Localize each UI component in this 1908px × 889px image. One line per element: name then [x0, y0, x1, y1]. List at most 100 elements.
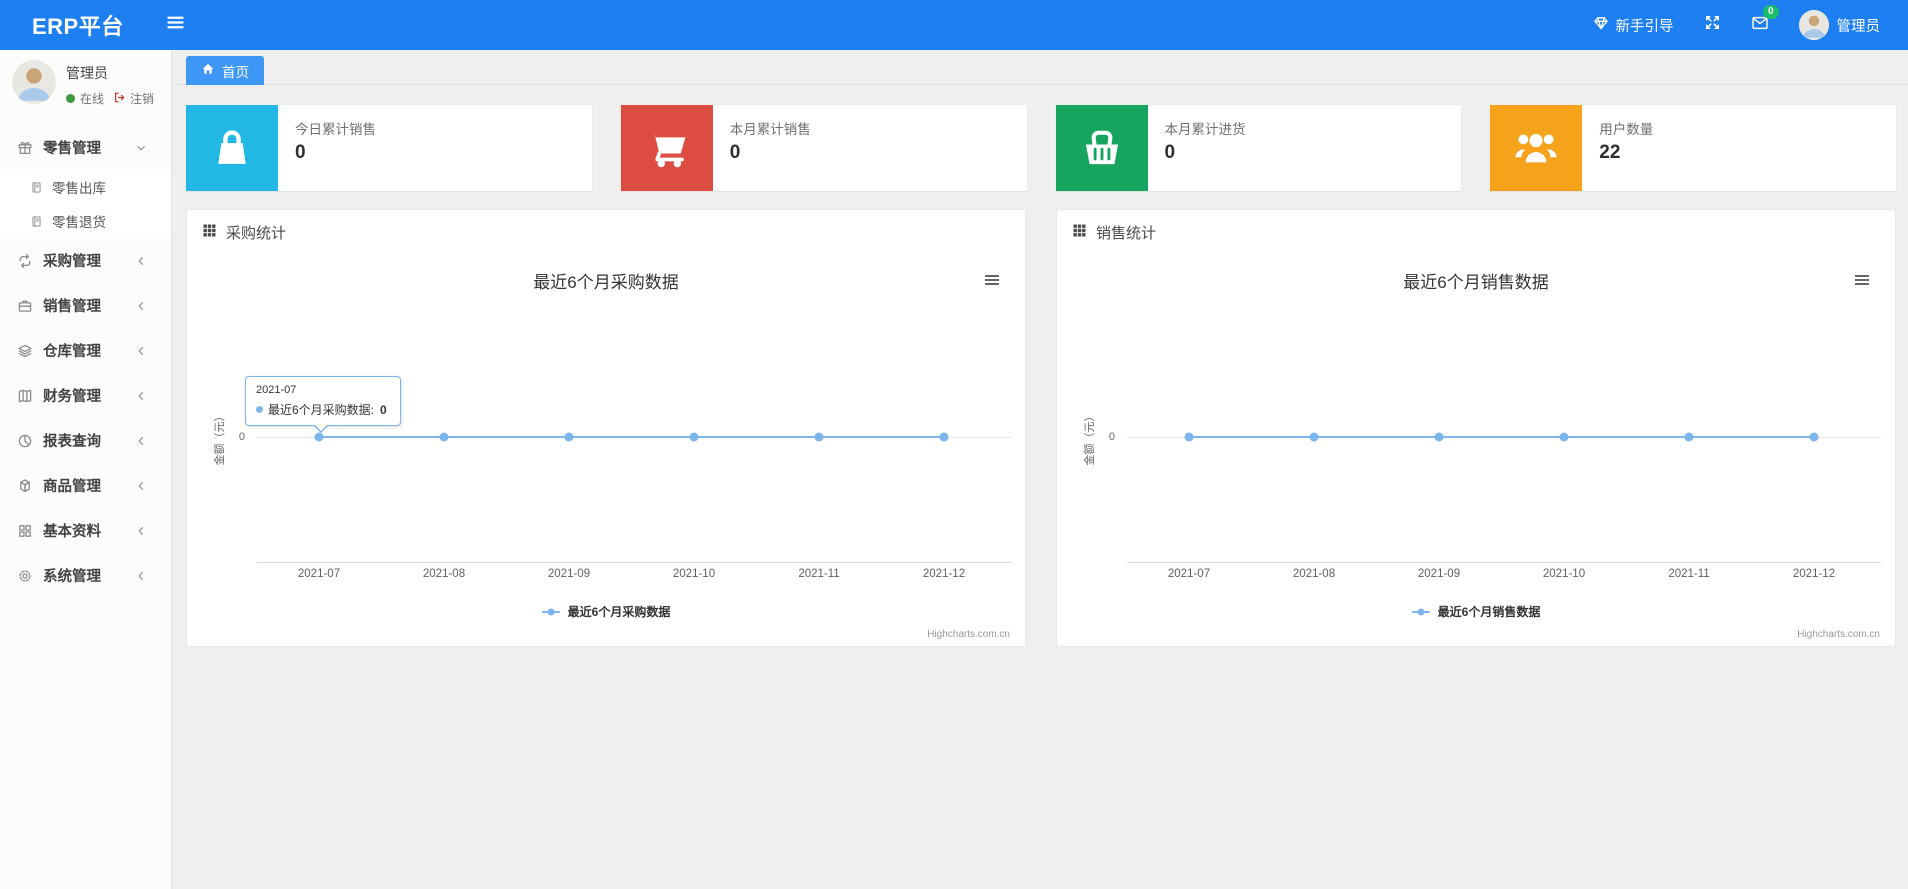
navbar-right: 新手引导 0 管理员 [1593, 4, 1881, 40]
stat-card-value: 0 [729, 142, 741, 163]
shopping-basket-icon [1079, 125, 1125, 171]
sidebar-subitem-label: 零售退货 [52, 215, 106, 230]
sidebar-item[interactable]: 报表查询 [0, 418, 171, 463]
logout-button[interactable]: 注销 [113, 90, 154, 107]
tab-home-label: 首页 [222, 64, 249, 80]
stat-card-icon-box [620, 105, 713, 191]
legend-marker [1411, 608, 1430, 615]
x-axis-tick-label: 2021-08 [422, 568, 466, 580]
data-point[interactable] [1184, 432, 1194, 442]
data-point[interactable] [1809, 432, 1819, 442]
app-brand: ERP平台 [32, 14, 124, 39]
chart-context-menu-icon[interactable] [984, 272, 1000, 293]
sidebar-item-label: 仓库管理 [43, 344, 101, 360]
chevron-left-icon [135, 480, 147, 492]
tab-home[interactable]: 首页 [186, 56, 264, 85]
x-axis-tick-label: 2021-12 [922, 568, 966, 580]
messages-button[interactable]: 0 [1751, 4, 1779, 37]
stat-card-value: 0 [1164, 142, 1176, 163]
sidebar-item[interactable]: 销售管理 [0, 283, 171, 328]
data-point[interactable] [439, 432, 449, 442]
user-name: 管理员 [1836, 18, 1881, 35]
chevron-left-icon [135, 525, 147, 537]
data-point[interactable] [1559, 432, 1569, 442]
chevron-down-icon [135, 142, 147, 154]
pie-icon [17, 433, 33, 449]
sales-stats-panel: 销售统计 最近6个月销售数据 金额（元） 0 最近6个月销售数据 Highcha… [1056, 209, 1896, 647]
box-icon [17, 478, 33, 494]
stat-card-label: 本月累计进货 [1164, 122, 1246, 137]
sidebar-item[interactable]: 零售管理 [0, 125, 171, 170]
highcharts-credit-link[interactable]: Highcharts.com.cn [1797, 629, 1880, 640]
series-line [319, 436, 944, 438]
stat-card-icon-box [1490, 105, 1583, 191]
sidebar-user-block: 管理员 在线 注销 [0, 50, 171, 115]
chart-legend[interactable]: 最近6个月销售数据 [1057, 603, 1895, 620]
sidebar-item-label: 报表查询 [43, 434, 101, 450]
stat-card-icon-box [186, 105, 278, 191]
data-point[interactable] [689, 432, 699, 442]
main-content: 首页 今日累计销售 0 本月累计销售 0 本月累计进货 0 用户数量 22 采购统计 最近6个… [172, 50, 1908, 889]
online-status-label: 在线 [80, 92, 105, 106]
layers-icon [17, 343, 33, 359]
tooltip-value: 0 [380, 402, 387, 417]
x-axis-line [257, 562, 1011, 563]
sidebar-item-label: 基本资料 [43, 524, 101, 540]
data-point[interactable] [1684, 432, 1694, 442]
sidebar-item[interactable]: 系统管理 [0, 553, 171, 598]
sidebar-item-label: 零售管理 [43, 141, 101, 157]
sidebar-item[interactable]: 商品管理 [0, 463, 171, 508]
series-line [1189, 436, 1814, 438]
purchase-chart: 最近6个月采购数据 金额（元） 0 2021-07 最近6个月采购数据: 0 最… [187, 254, 1025, 646]
sales-chart: 最近6个月销售数据 金额（元） 0 最近6个月销售数据 Highcharts.c… [1057, 254, 1895, 646]
user-menu[interactable]: 管理员 [1798, 10, 1881, 40]
messages-badge: 0 [1762, 4, 1779, 19]
data-point[interactable] [814, 432, 824, 442]
mail-icon [1751, 16, 1769, 36]
purchase-stats-panel: 采购统计 最近6个月采购数据 金额（元） 0 2021-07 最近6个月采购数据… [186, 209, 1026, 647]
panel-title: 销售统计 [1096, 224, 1157, 242]
stat-card-icon-box [1055, 105, 1148, 191]
data-point[interactable] [314, 432, 324, 442]
data-point[interactable] [1309, 432, 1319, 442]
sidebar-item[interactable]: 采购管理 [0, 238, 171, 283]
journal-icon [30, 215, 43, 228]
chevron-left-icon [135, 570, 147, 582]
stat-card-value: 22 [1599, 142, 1621, 163]
data-point[interactable] [1434, 432, 1444, 442]
gift-icon [17, 140, 33, 156]
th-grid-icon [202, 223, 217, 242]
chevron-left-icon [135, 345, 147, 357]
sidebar-item-label: 财务管理 [43, 389, 101, 405]
chart-legend[interactable]: 最近6个月采购数据 [187, 603, 1025, 620]
ledger-icon [17, 388, 33, 404]
x-axis-tick-label: 2021-10 [1542, 568, 1586, 580]
x-axis-line [1127, 562, 1881, 563]
data-point[interactable] [564, 432, 574, 442]
sidebar-subitem[interactable]: 零售出库 [0, 170, 171, 204]
x-axis-tick-label: 2021-10 [672, 568, 716, 580]
sidebar-item[interactable]: 仓库管理 [0, 328, 171, 373]
legend-label: 最近6个月销售数据 [1437, 605, 1541, 619]
stat-card: 今日累计销售 0 [186, 105, 592, 191]
sidebar-item[interactable]: 财务管理 [0, 373, 171, 418]
sidebar-item-label: 商品管理 [43, 479, 101, 495]
online-status-dot [66, 94, 75, 103]
data-point[interactable] [939, 432, 949, 442]
highcharts-credit-link[interactable]: Highcharts.com.cn [927, 629, 1010, 640]
sidebar-subitem[interactable]: 零售退货 [0, 204, 171, 238]
x-axis-tick-label: 2021-11 [798, 568, 840, 580]
chart-context-menu-icon[interactable] [1854, 272, 1870, 293]
beginner-guide-button[interactable]: 新手引导 [1593, 15, 1674, 36]
stat-cards: 今日累计销售 0 本月累计销售 0 本月累计进货 0 用户数量 22 [186, 105, 1896, 191]
sidebar-item-label: 销售管理 [43, 299, 101, 315]
fullscreen-icon[interactable] [1704, 14, 1721, 36]
logout-icon [113, 91, 126, 107]
x-axis-tick-label: 2021-09 [547, 568, 591, 580]
chevron-left-icon [135, 390, 147, 402]
y-axis-tick: 0 [1108, 431, 1115, 443]
sidebar-toggle-icon[interactable] [166, 13, 185, 37]
sidebar-item[interactable]: 基本资料 [0, 508, 171, 553]
x-axis-tick-label: 2021-08 [1292, 568, 1336, 580]
x-axis-tick-label: 2021-07 [297, 568, 341, 580]
